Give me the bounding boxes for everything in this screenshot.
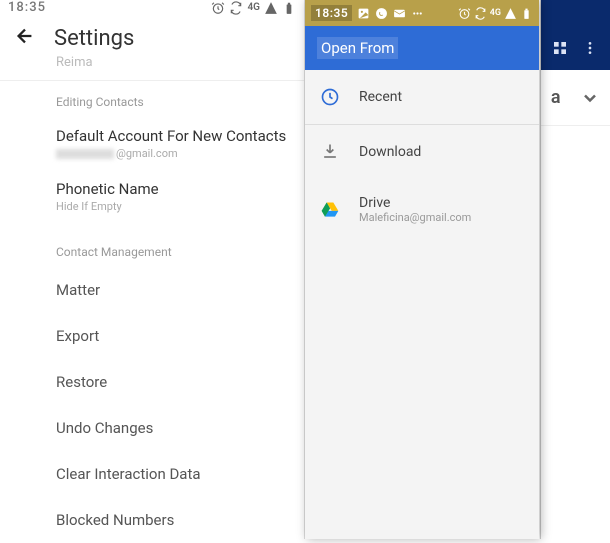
section-contact-management: Contact Management xyxy=(0,231,304,267)
sync-icon xyxy=(229,1,243,15)
whatsapp-icon xyxy=(375,7,388,20)
background-app: a xyxy=(540,0,610,539)
header-row: Settings xyxy=(0,15,304,57)
drawer-label: Download xyxy=(359,144,421,160)
left-phone-screen: 18:35 4G Settings Reima Editing Contacts… xyxy=(0,0,305,539)
item-clear-interaction[interactable]: Clear Interaction Data xyxy=(56,451,304,497)
drawer-item-drive[interactable]: Drive Maleficina@gmail.com xyxy=(305,179,539,240)
letter-glyph: a xyxy=(551,87,561,108)
drawer-item-recent[interactable]: Recent xyxy=(305,70,539,125)
blurred-email-prefix xyxy=(56,149,114,159)
management-list: Matter Export Restore Undo Changes Clear… xyxy=(0,267,304,543)
more-vert-icon[interactable] xyxy=(582,40,598,56)
status-time: 18:35 xyxy=(311,5,352,21)
item-restore[interactable]: Restore xyxy=(56,359,304,405)
alarm-icon xyxy=(211,1,225,15)
network-label: 4G xyxy=(490,8,501,18)
photo-icon xyxy=(357,7,370,20)
item-export[interactable]: Export xyxy=(56,313,304,359)
status-time: 18:35 xyxy=(8,0,46,15)
item-blocked-numbers[interactable]: Blocked Numbers xyxy=(56,497,304,543)
section-editing-contacts: Editing Contacts xyxy=(0,80,304,117)
back-button[interactable] xyxy=(14,25,36,51)
clock-icon xyxy=(319,86,341,108)
more-horiz-icon xyxy=(411,7,424,20)
setting-sub: @gmail.com xyxy=(56,147,290,160)
page-title: Settings xyxy=(54,26,134,51)
setting-title: Default Account For New Contacts xyxy=(56,127,290,145)
alarm-icon xyxy=(458,7,471,20)
setting-title: Phonetic Name xyxy=(56,180,290,198)
sync-icon xyxy=(474,7,487,20)
drawer-label: Recent xyxy=(359,89,402,105)
drawer-header: Open From xyxy=(305,26,539,70)
mail-icon xyxy=(393,7,406,20)
network-label: 4G xyxy=(247,2,260,13)
download-icon xyxy=(319,141,341,163)
drawer-title: Open From xyxy=(317,37,398,59)
background-row: a xyxy=(541,70,610,126)
battery-icon xyxy=(520,7,533,20)
status-left-icons: 18:35 xyxy=(311,5,424,21)
faded-subtitle: Reima xyxy=(0,55,304,70)
signal-icon xyxy=(264,1,278,15)
drawer-item-download[interactable]: Download xyxy=(305,125,539,179)
background-toolbar xyxy=(541,26,610,70)
setting-phonetic-name[interactable]: Phonetic Name Hide If Empty xyxy=(0,170,304,223)
open-from-drawer: 18:35 4G Open From Recent xyxy=(305,0,539,539)
item-undo-changes[interactable]: Undo Changes xyxy=(56,405,304,451)
grid-view-icon[interactable] xyxy=(552,40,568,56)
drive-icon xyxy=(319,199,341,221)
chevron-down-icon[interactable] xyxy=(580,88,600,108)
status-icons: 4G xyxy=(211,1,296,15)
status-right-icons: 4G xyxy=(458,7,533,20)
signal-icon xyxy=(504,7,517,20)
drawer-label: Drive xyxy=(359,195,471,211)
battery-icon xyxy=(282,1,296,15)
setting-default-account[interactable]: Default Account For New Contacts @gmail.… xyxy=(0,117,304,170)
arrow-left-icon xyxy=(14,25,36,47)
status-bar-right: 18:35 4G xyxy=(305,0,539,26)
right-phone-screen: a 18:35 4G Open From xyxy=(305,0,610,539)
status-bar-left: 18:35 4G xyxy=(0,0,304,15)
background-statusbar xyxy=(541,0,610,26)
setting-sub: Hide If Empty xyxy=(56,200,290,213)
drawer-sub: Maleficina@gmail.com xyxy=(359,211,471,224)
item-matter[interactable]: Matter xyxy=(56,267,304,313)
